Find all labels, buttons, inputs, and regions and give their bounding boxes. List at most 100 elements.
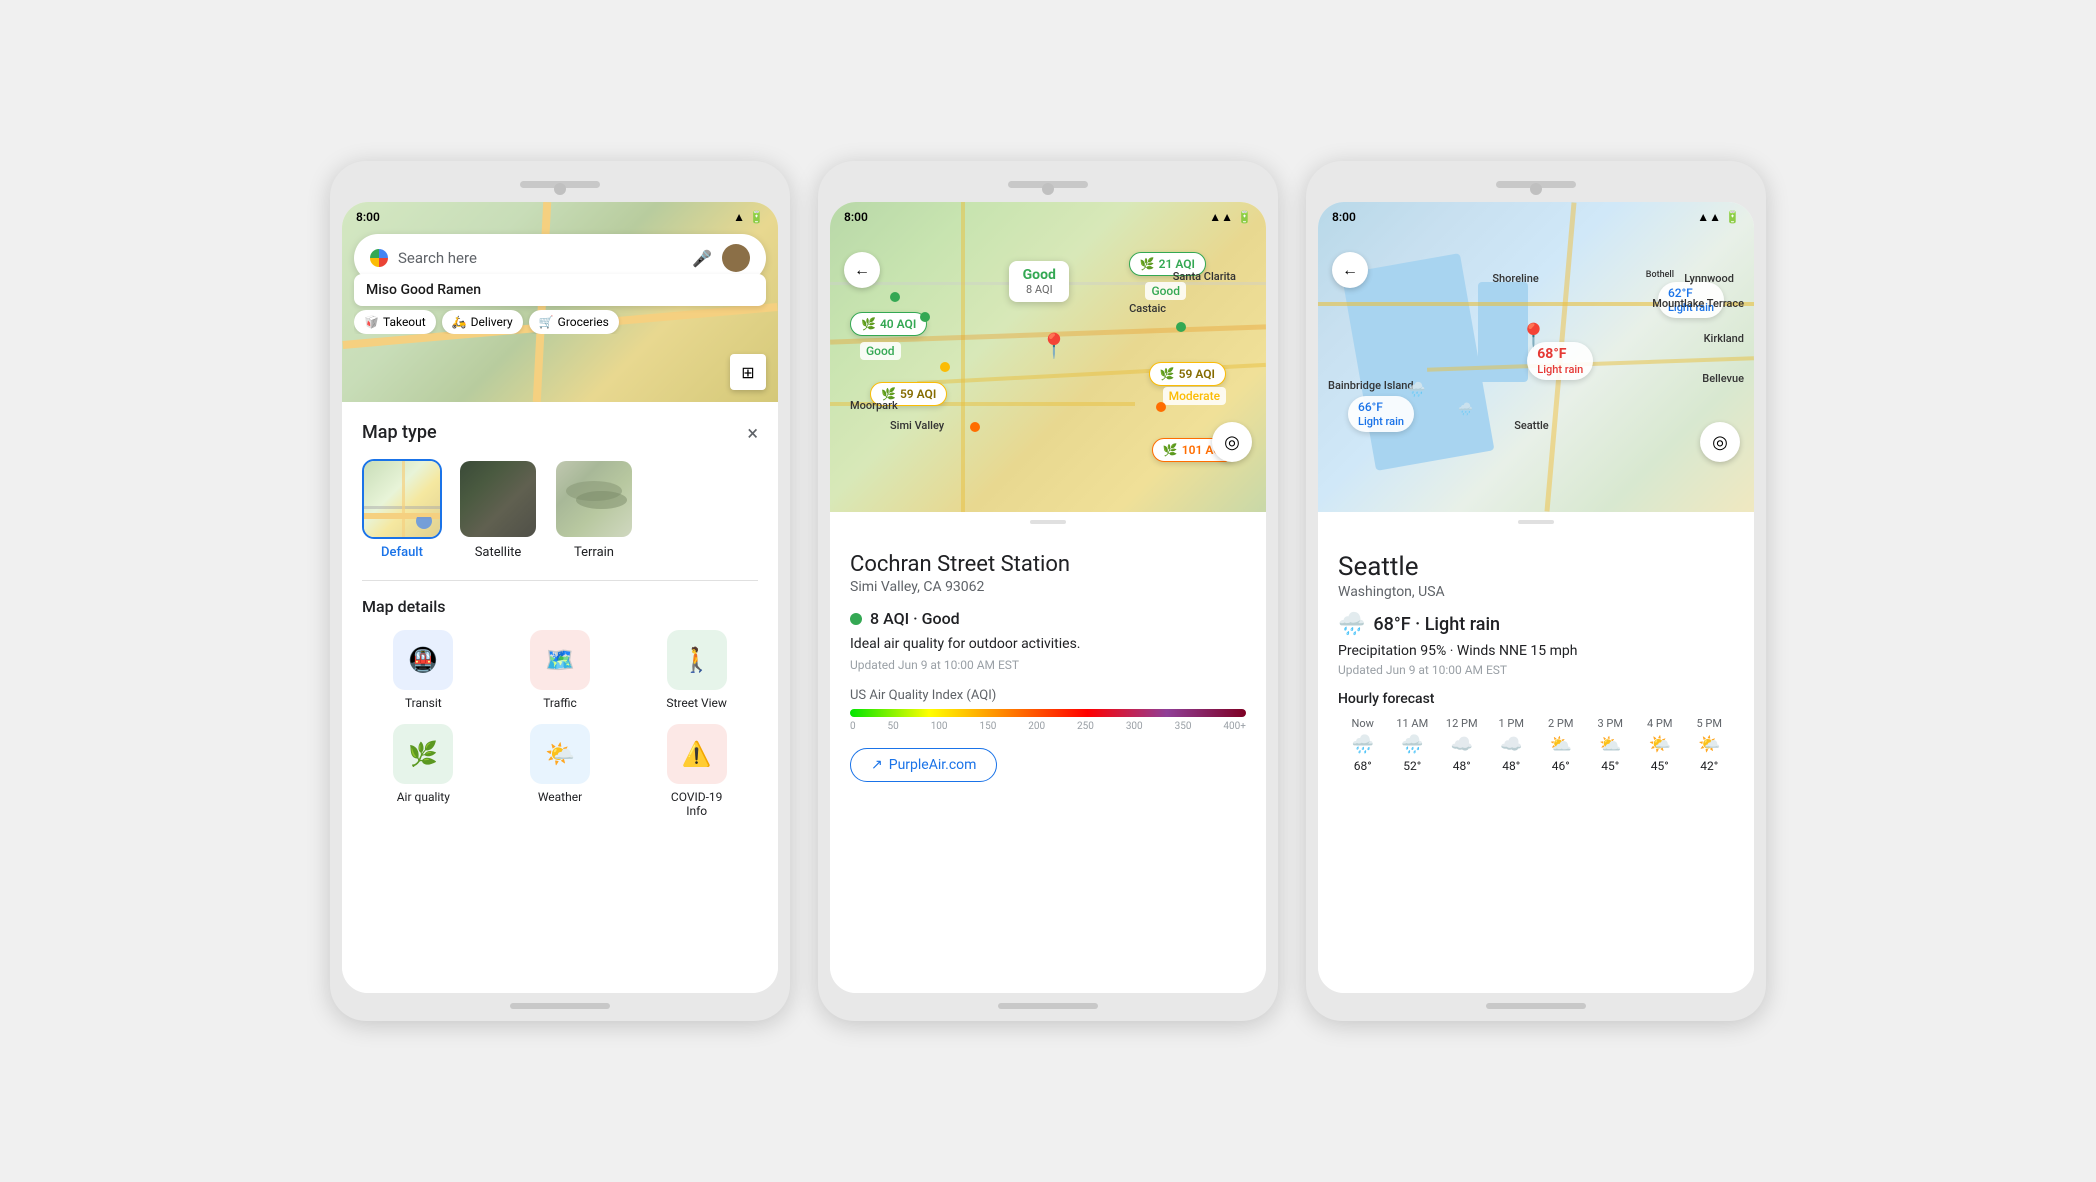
map-type-default[interactable]: Default bbox=[362, 459, 442, 560]
scale-100: 100 bbox=[931, 721, 948, 732]
map-type-sheet: Map type × Def bbox=[342, 402, 778, 993]
phone-3: 8:00 ▲▲ 🔋 ← ◎ bbox=[1306, 161, 1766, 1021]
scale-200: 200 bbox=[1028, 721, 1045, 732]
place-name-bar: Miso Good Ramen bbox=[354, 274, 766, 306]
hourly-11am: 11 AM 🌧️ 52° bbox=[1388, 717, 1438, 773]
hourly-icon-5pm: 🌤️ bbox=[1698, 734, 1720, 755]
traffic-icon: 🗺️ bbox=[545, 646, 575, 674]
callout-value: Good bbox=[1019, 267, 1059, 283]
hourly-icon-11am: 🌧️ bbox=[1401, 734, 1423, 755]
purpleair-label: PurpleAir.com bbox=[889, 757, 977, 773]
street-view-label: Street View bbox=[666, 696, 727, 710]
city-lynnwood: Lynnwood bbox=[1684, 272, 1734, 285]
aqi-59-left-value: 59 AQI bbox=[900, 387, 936, 401]
hourly-temp-11am: 52° bbox=[1403, 759, 1421, 773]
detail-covid[interactable]: ⚠️ COVID-19 Info bbox=[635, 724, 758, 818]
purpleair-button[interactable]: ↗ PurpleAir.com bbox=[850, 748, 997, 782]
weather-icon: 🌤️ bbox=[545, 740, 575, 768]
covid-label: COVID-19 Info bbox=[671, 790, 723, 818]
temp-bubble-66: 66°F Light rain bbox=[1348, 396, 1414, 432]
detail-weather[interactable]: 🌤️ Weather bbox=[499, 724, 622, 818]
weather-info-sheet: Seattle Washington, USA 🌧️ 68°F · Light … bbox=[1318, 532, 1754, 993]
city-shoreline: Shoreline bbox=[1492, 272, 1538, 285]
chip-delivery[interactable]: 🛵Delivery bbox=[442, 310, 523, 334]
chip-groceries[interactable]: 🛒Groceries bbox=[529, 310, 619, 334]
place-title-2: Cochran Street Station bbox=[850, 552, 1246, 577]
location-button-2[interactable]: ◎ bbox=[1212, 422, 1252, 462]
hourly-icon-4pm: 🌤️ bbox=[1649, 734, 1671, 755]
aqi-badge-21-icon: 🌿 bbox=[1140, 257, 1155, 271]
back-button-2[interactable]: ← bbox=[844, 252, 880, 288]
detail-street-view[interactable]: 🚶 Street View bbox=[635, 630, 758, 710]
weather-temperature: 68°F · Light rain bbox=[1373, 614, 1500, 635]
detail-transit[interactable]: 🚇 Transit bbox=[362, 630, 485, 710]
phone-home-3 bbox=[1486, 1003, 1586, 1009]
city-simi-valley: Simi Valley bbox=[890, 419, 944, 432]
temp-66-detail: Light rain bbox=[1358, 415, 1404, 428]
detail-air-quality[interactable]: 🌿 Air quality bbox=[362, 724, 485, 818]
aqi-badge-101-icon: 🌿 bbox=[1163, 443, 1178, 457]
user-avatar[interactable] bbox=[722, 244, 750, 272]
phone-2: 8:00 ▲▲ 🔋 ← ◎ bbox=[818, 161, 1278, 1021]
map-type-satellite-label: Satellite bbox=[475, 545, 522, 560]
traffic-label: Traffic bbox=[543, 696, 577, 710]
layers-icon: ⊞ bbox=[741, 363, 754, 382]
map-type-satellite[interactable]: Satellite bbox=[458, 459, 538, 560]
external-link-icon: ↗ bbox=[871, 757, 883, 773]
divider-1 bbox=[362, 580, 758, 581]
map-thumb-satellite bbox=[458, 459, 538, 539]
aqi-dot-4 bbox=[940, 362, 950, 372]
aqi-gradient-bar bbox=[850, 709, 1246, 717]
hourly-time-11am: 11 AM bbox=[1396, 717, 1428, 730]
close-button[interactable]: × bbox=[747, 423, 758, 443]
search-input[interactable]: Search here bbox=[398, 249, 682, 267]
weather-precipitation: Precipitation 95% · Winds NNE 15 mph bbox=[1338, 643, 1734, 659]
weather-icon-box: 🌤️ bbox=[530, 724, 590, 784]
location-icon-3: ◎ bbox=[1712, 432, 1728, 453]
weather-updated: Updated Jun 9 at 10:00 AM EST bbox=[1338, 663, 1734, 677]
transit-icon: 🚇 bbox=[408, 646, 438, 674]
hourly-forecast-title: Hourly forecast bbox=[1338, 691, 1734, 707]
city-mountlake: Mountlake Terrace bbox=[1652, 297, 1744, 310]
layers-button[interactable]: ⊞ bbox=[730, 354, 766, 390]
hourly-temp-2pm: 46° bbox=[1552, 759, 1570, 773]
status-icons-1: ▲ 🔋 bbox=[733, 210, 764, 224]
air-quality-icon-box: 🌿 bbox=[393, 724, 453, 784]
temp-bubble-68: 68°F Light rain bbox=[1527, 342, 1593, 380]
status-bar-1: 8:00 ▲ 🔋 bbox=[342, 202, 778, 228]
hourly-icon-1pm: ☁️ bbox=[1500, 734, 1522, 755]
map-type-grid: Default Satellite bbox=[362, 459, 758, 560]
phone-home-1 bbox=[510, 1003, 610, 1009]
detail-traffic[interactable]: 🗺️ Traffic bbox=[499, 630, 622, 710]
hourly-2pm: 2 PM ⛅ 46° bbox=[1536, 717, 1586, 773]
hourly-icon-12pm: ☁️ bbox=[1451, 734, 1473, 755]
status-bar-3: 8:00 ▲▲ 🔋 bbox=[1318, 202, 1754, 228]
moderate-label-1: Moderate bbox=[1163, 387, 1226, 405]
battery-icon-3: 🔋 bbox=[1725, 210, 1740, 224]
hourly-time-5pm: 5 PM bbox=[1697, 717, 1722, 730]
aqi-dot-1 bbox=[890, 292, 900, 302]
hourly-12pm: 12 PM ☁️ 48° bbox=[1437, 717, 1487, 773]
place-address-2: Simi Valley, CA 93062 bbox=[850, 579, 1246, 595]
aqi-description: Ideal air quality for outdoor activities… bbox=[850, 636, 1246, 652]
hourly-5pm: 5 PM 🌤️ 42° bbox=[1685, 717, 1735, 773]
hourly-time-2pm: 2 PM bbox=[1548, 717, 1573, 730]
scale-250: 250 bbox=[1077, 721, 1094, 732]
weather-main-row: 🌧️ 68°F · Light rain bbox=[1338, 612, 1734, 637]
filter-chips: 🥡Takeout 🛵Delivery 🛒Groceries bbox=[354, 310, 766, 334]
hourly-1pm: 1 PM ☁️ 48° bbox=[1487, 717, 1537, 773]
chip-takeout[interactable]: 🥡Takeout bbox=[354, 310, 436, 334]
air-quality-icon: 🌿 bbox=[408, 740, 438, 768]
aqi-callout: Good 8 AQI bbox=[1009, 261, 1069, 302]
back-button-3[interactable]: ← bbox=[1332, 252, 1368, 288]
signal-icon-2: ▲▲ bbox=[1209, 210, 1233, 224]
aqi-green-dot bbox=[850, 613, 862, 625]
temp-66-value: 66°F bbox=[1358, 400, 1383, 414]
map-type-terrain[interactable]: Terrain bbox=[554, 459, 634, 560]
aqi-dot-5 bbox=[970, 422, 980, 432]
phone-camera-3 bbox=[1530, 183, 1542, 195]
mic-icon[interactable]: 🎤 bbox=[692, 249, 712, 268]
rain-icon-1: 🌧️ bbox=[1408, 382, 1425, 398]
location-button-3[interactable]: ◎ bbox=[1700, 422, 1740, 462]
temp-68-value: 68°F bbox=[1537, 346, 1566, 362]
